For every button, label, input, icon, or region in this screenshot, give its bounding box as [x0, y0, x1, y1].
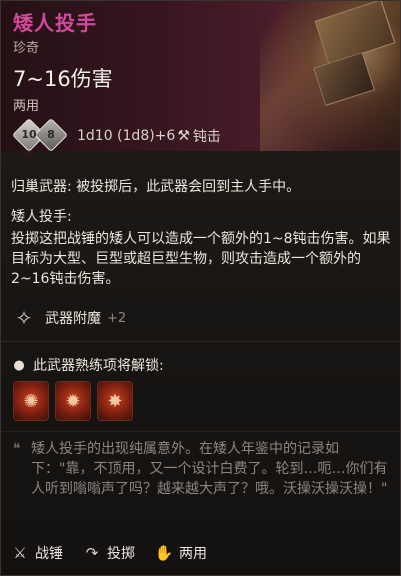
- enchantment-label: 武器附魔: [45, 311, 101, 327]
- property-warhammer: ⚔ 战锤: [11, 543, 63, 563]
- weapon-enchantment: ✧ 武器附魔 +2: [11, 305, 127, 331]
- property-label: 两用: [179, 546, 207, 562]
- item-artwork: [260, 1, 400, 151]
- enchantment-icon: ✧: [15, 306, 33, 330]
- divider: [1, 431, 400, 432]
- action-icon-2[interactable]: ✹: [55, 381, 91, 421]
- homing-weapon-text: 归巢武器: 被投掷后，此武器会回到主人手中。: [11, 179, 301, 195]
- damage-range: 7~16伤害: [13, 67, 113, 91]
- property-versatile: ✋ 两用: [155, 543, 207, 563]
- header-notch: [19, 151, 35, 159]
- item-name: 矮人投手: [13, 11, 97, 35]
- d8-label: 8: [47, 128, 55, 141]
- ability-description: 投掷这把战锤的矮人可以造成一个额外的1~8钝击伤害。如果目标为大型、巨型或超巨型…: [11, 231, 391, 287]
- item-rarity: 珍奇: [13, 41, 40, 56]
- d10-label: 10: [21, 128, 37, 141]
- property-label: 投掷: [107, 546, 135, 562]
- divider: [1, 341, 400, 342]
- item-tooltip: 矮人投手 珍奇 7~16伤害 两用 10 8 1d10 (1d8)+6 ⚒ 钝击…: [0, 0, 401, 576]
- warhammer-icon: ⚔: [13, 544, 27, 562]
- ability-title: 矮人投手:: [11, 209, 72, 225]
- weapon-properties: ⚔ 战锤 ↷ 投掷 ✋ 两用: [11, 543, 227, 563]
- enchantment-bonus: +2: [107, 310, 127, 326]
- handedness: 两用: [13, 99, 40, 114]
- damage-formula: 1d10 (1d8)+6: [77, 128, 176, 144]
- property-label: 战锤: [35, 546, 63, 562]
- tooltip-header: 矮人投手 珍奇 7~16伤害 两用 10 8 1d10 (1d8)+6 ⚒ 钝击: [1, 1, 400, 152]
- unlocked-actions: ✺ ✹ ✸: [13, 381, 133, 421]
- property-throw: ↷ 投掷: [83, 543, 135, 563]
- artwork-block: [313, 51, 375, 107]
- throw-icon: ↷: [85, 544, 99, 562]
- damage-type: 钝击: [192, 129, 221, 145]
- action-icon-3[interactable]: ✸: [97, 381, 133, 421]
- flavor-text: 矮人投手的出现纯属意外。在矮人年鉴中的记录如下："靠，不顶用，又一个设计白费了。…: [31, 441, 388, 497]
- blunt-hammer-icon: ⚒: [177, 128, 190, 144]
- bulb-icon: ●: [13, 357, 25, 373]
- dice-row: 10 8 1d10 (1d8)+6 ⚒ 钝击: [12, 118, 221, 152]
- unlock-label: 此武器熟练项将解锁:: [33, 358, 164, 374]
- action-icon-1[interactable]: ✺: [13, 381, 49, 421]
- hand-icon: ✋: [154, 544, 174, 562]
- quote-icon: ❝: [13, 441, 21, 457]
- dice-icon: 10 8: [12, 118, 69, 152]
- proficiency-unlock: ● 此武器熟练项将解锁:: [11, 355, 164, 375]
